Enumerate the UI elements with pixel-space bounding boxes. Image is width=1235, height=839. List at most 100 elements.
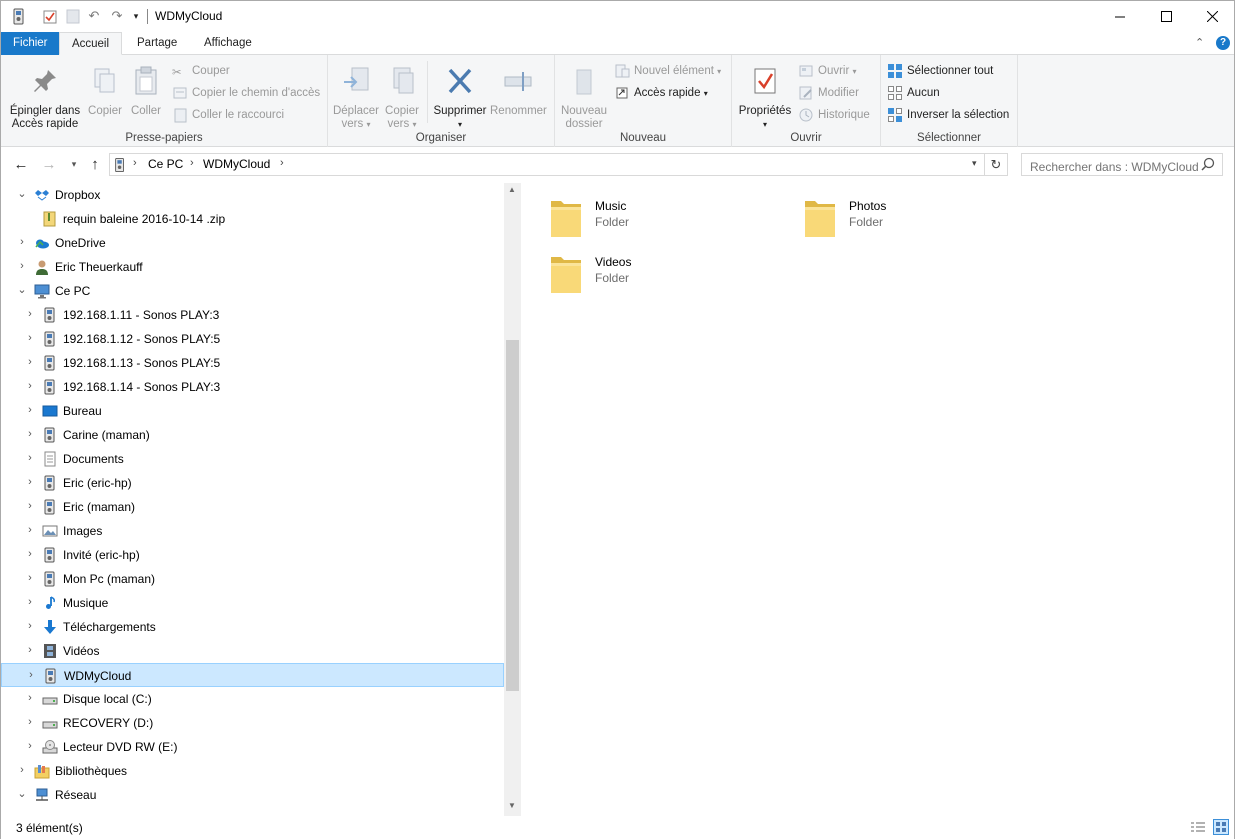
folder-item[interactable]: Photos Folder xyxy=(803,195,1043,243)
chevron-right-icon[interactable]: › xyxy=(24,476,36,488)
copy-button[interactable]: Copier xyxy=(85,59,125,118)
chevron-right-icon[interactable]: › xyxy=(24,644,36,656)
pin-quick-access-button[interactable]: Épingler dans Accès rapide xyxy=(7,59,83,131)
copy-path-button[interactable]: Copier le chemin d'accès xyxy=(172,83,320,103)
back-button[interactable]: ← xyxy=(11,153,31,175)
nav-tree-item[interactable]: › Eric Theuerkauff xyxy=(1,255,504,279)
nav-tree-item[interactable]: › Disque local (C:) xyxy=(1,687,504,711)
nav-tree-item[interactable]: ⌄ Dropbox xyxy=(1,183,504,207)
nav-tree-item[interactable]: › Mon Pc (maman) xyxy=(1,567,504,591)
tab-view[interactable]: Affichage xyxy=(194,32,262,55)
properties-button[interactable]: Propriétés ▾ xyxy=(736,59,794,131)
chevron-right-icon[interactable]: › xyxy=(24,692,36,704)
new-folder-qat-icon[interactable] xyxy=(65,8,81,24)
tab-home[interactable]: Accueil xyxy=(59,32,122,55)
breadcrumb-separator[interactable]: › xyxy=(133,157,137,169)
details-view-icon[interactable] xyxy=(1190,819,1206,835)
select-all-button[interactable]: Sélectionner tout xyxy=(887,61,993,81)
paste-shortcut-button[interactable]: Coller le raccourci xyxy=(172,105,284,125)
nav-tree-item[interactable]: › Téléchargements xyxy=(1,615,504,639)
nav-tree-item[interactable]: ⌄ Ce PC xyxy=(1,279,504,303)
nav-tree-item[interactable]: › Bibliothèques xyxy=(1,759,504,783)
nav-tree-item[interactable]: › Bureau xyxy=(1,399,504,423)
chevron-right-icon[interactable]: › xyxy=(24,572,36,584)
chevron-right-icon[interactable]: › xyxy=(24,620,36,632)
search-input[interactable] xyxy=(1021,153,1223,176)
new-item-button[interactable]: Nouvel élément ▾ xyxy=(614,61,721,81)
cut-button[interactable]: ✂ Couper xyxy=(172,61,230,81)
chevron-right-icon[interactable]: › xyxy=(16,260,28,272)
nav-tree-item[interactable]: › OneDrive xyxy=(1,231,504,255)
nav-tree-item[interactable]: › 192.168.1.11 - Sonos PLAY:3 xyxy=(1,303,504,327)
copy-to-button[interactable]: Copier vers ▾ xyxy=(381,59,423,131)
rename-button[interactable]: Renommer xyxy=(490,59,547,118)
nav-tree-item[interactable]: › WDMyCloud xyxy=(1,663,504,687)
chevron-right-icon[interactable]: › xyxy=(24,332,36,344)
redo-icon[interactable]: ↷ xyxy=(109,8,125,24)
chevron-right-icon[interactable]: › xyxy=(24,428,36,440)
collapse-ribbon-icon[interactable]: ⌃ xyxy=(1195,36,1204,49)
chevron-down-icon[interactable]: ⌄ xyxy=(16,788,28,800)
nav-tree-item[interactable]: › Carine (maman) xyxy=(1,423,504,447)
nav-tree-item[interactable]: › Images xyxy=(1,519,504,543)
easy-access-button[interactable]: Accès rapide ▾ xyxy=(614,83,708,103)
large-icons-view-icon[interactable] xyxy=(1213,819,1229,835)
nav-tree-item[interactable]: › Vidéos xyxy=(1,639,504,663)
chevron-right-icon[interactable]: › xyxy=(24,452,36,464)
address-dropdown-icon[interactable]: ▾ xyxy=(972,158,977,169)
close-button[interactable] xyxy=(1189,1,1235,32)
folder-item[interactable]: Videos Folder xyxy=(549,251,789,299)
scroll-down-icon[interactable]: ▼ xyxy=(508,801,516,810)
nav-tree-item[interactable]: ⌄ Réseau xyxy=(1,783,504,807)
nav-tree-item[interactable]: › RECOVERY (D:) xyxy=(1,711,504,735)
chevron-right-icon[interactable]: › xyxy=(24,380,36,392)
paste-button[interactable]: Coller xyxy=(127,59,165,118)
chevron-right-icon[interactable]: › xyxy=(24,356,36,368)
tab-file[interactable]: Fichier xyxy=(1,32,59,55)
chevron-right-icon[interactable]: › xyxy=(24,524,36,536)
nav-tree-item[interactable]: › Documents xyxy=(1,447,504,471)
breadcrumb-wdmycloud[interactable]: WDMyCloud xyxy=(203,157,270,171)
chevron-right-icon[interactable]: › xyxy=(24,548,36,560)
chevron-down-icon[interactable]: ⌄ xyxy=(16,188,28,200)
nav-tree-item[interactable]: › Musique xyxy=(1,591,504,615)
refresh-button[interactable]: ↻ xyxy=(985,153,1008,176)
chevron-right-icon[interactable]: › xyxy=(24,716,36,728)
chevron-right-icon[interactable]: › xyxy=(25,669,37,681)
scroll-up-icon[interactable]: ▲ xyxy=(508,185,516,194)
breadcrumb-this-pc[interactable]: Ce PC xyxy=(148,157,183,171)
move-to-button[interactable]: Déplacer vers ▾ xyxy=(331,59,381,131)
address-bar[interactable]: › Ce PC › WDMyCloud › ▾ xyxy=(109,153,985,176)
folder-item[interactable]: Music Folder xyxy=(549,195,789,243)
minimize-button[interactable] xyxy=(1097,1,1143,32)
open-button[interactable]: Ouvrir ▾ xyxy=(798,61,857,81)
chevron-right-icon[interactable]: › xyxy=(24,740,36,752)
new-folder-button[interactable]: Nouveau dossier xyxy=(558,59,610,131)
undo-icon[interactable]: ↶ xyxy=(86,8,102,24)
nav-tree-item[interactable]: requin baleine 2016-10-14 .zip xyxy=(1,207,504,231)
chevron-down-icon[interactable]: ⌄ xyxy=(16,284,28,296)
breadcrumb-separator[interactable]: › xyxy=(190,157,194,169)
recent-locations-button[interactable]: ▾ xyxy=(64,153,84,175)
up-button[interactable]: ↑ xyxy=(85,153,105,175)
nav-tree-item[interactable]: › Eric (eric-hp) xyxy=(1,471,504,495)
chevron-right-icon[interactable]: › xyxy=(16,236,28,248)
tab-share[interactable]: Partage xyxy=(127,32,187,55)
edit-button[interactable]: Modifier xyxy=(798,83,859,103)
forward-button[interactable]: → xyxy=(39,153,59,175)
breadcrumb-separator[interactable]: › xyxy=(280,157,284,169)
nav-tree-item[interactable]: › Invité (eric-hp) xyxy=(1,543,504,567)
help-icon[interactable]: ? xyxy=(1216,36,1230,50)
chevron-right-icon[interactable]: › xyxy=(24,404,36,416)
nav-tree-item[interactable]: › Lecteur DVD RW (E:) xyxy=(1,735,504,759)
select-none-button[interactable]: Aucun xyxy=(887,83,940,103)
chevron-right-icon[interactable]: › xyxy=(24,596,36,608)
chevron-right-icon[interactable]: › xyxy=(24,308,36,320)
nav-tree-item[interactable]: › Eric (maman) xyxy=(1,495,504,519)
chevron-right-icon[interactable]: › xyxy=(16,764,28,776)
qat-customize-icon[interactable]: ▾ xyxy=(128,8,144,24)
chevron-right-icon[interactable]: › xyxy=(24,500,36,512)
properties-qat-icon[interactable] xyxy=(42,8,58,24)
maximize-button[interactable] xyxy=(1143,1,1189,32)
nav-scrollbar-thumb[interactable] xyxy=(506,340,519,691)
